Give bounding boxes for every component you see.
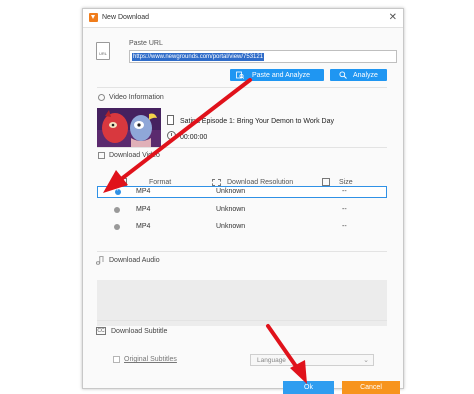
- resolution-cell: Unknown: [216, 188, 246, 195]
- video-thumbnail: [97, 108, 161, 148]
- resolution-icon: [212, 179, 221, 186]
- url-input[interactable]: https://www.newgrounds.com/portal/view/7…: [129, 50, 397, 63]
- analyze-label: Analyze: [353, 71, 378, 79]
- app-logo-icon: [89, 13, 98, 22]
- paste-url-label: Paste URL: [129, 40, 163, 47]
- cancel-button[interactable]: Cancel: [342, 381, 400, 394]
- music-note-icon: [96, 256, 104, 265]
- video-title: Satina Episode 1: Bring Your Demon to Wo…: [180, 118, 334, 125]
- paste-and-analyze-button[interactable]: Paste and Analyze: [230, 69, 324, 81]
- analyze-button[interactable]: Analyze: [330, 69, 387, 81]
- size-cell: --: [342, 206, 347, 213]
- cancel-button-label: Cancel: [360, 384, 382, 391]
- unselected-radio[interactable]: [114, 224, 120, 230]
- selected-radio[interactable]: [115, 187, 121, 195]
- language-select[interactable]: Language ⌄: [250, 354, 374, 366]
- resolution-cell: Unknown: [216, 223, 246, 230]
- ok-button-label: Ok: [304, 384, 313, 391]
- close-icon[interactable]: ✕: [389, 12, 397, 23]
- size-cell: --: [342, 223, 347, 230]
- download-subtitle-label: Download Subtitle: [111, 328, 168, 335]
- resolution-cell: Unknown: [216, 206, 246, 213]
- url-file-icon: URL: [96, 42, 110, 60]
- video-duration: 00:00:00: [180, 134, 208, 141]
- closed-caption-icon: CC: [96, 327, 106, 335]
- format-row[interactable]: MP4 Unknown --: [97, 186, 387, 198]
- format-cell: MP4: [136, 223, 151, 230]
- format-icon: [119, 178, 127, 186]
- divider: [97, 251, 387, 252]
- file-icon: [167, 115, 174, 125]
- search-icon: [339, 71, 347, 79]
- format-cell: MP4: [136, 206, 151, 213]
- original-subtitles-checkbox[interactable]: [113, 356, 120, 363]
- thumbnail-image: [97, 108, 161, 148]
- video-information-label: Video Information: [109, 94, 164, 101]
- paste-and-analyze-label: Paste and Analyze: [252, 71, 310, 79]
- format-column-header: Format: [149, 179, 172, 186]
- format-row[interactable]: MP4 Unknown --: [97, 221, 387, 233]
- title-bar: New Download ✕: [83, 9, 403, 28]
- clipboard-search-icon: [236, 71, 244, 79]
- original-subtitles-label[interactable]: Original Subtitles: [124, 356, 177, 363]
- size-column-header: Size: [339, 179, 353, 186]
- divider: [97, 320, 387, 321]
- format-row[interactable]: MP4 Unknown --: [97, 204, 387, 216]
- resolution-column-header: Download Resolution: [227, 179, 294, 186]
- info-icon: [98, 94, 105, 101]
- ok-button[interactable]: Ok: [283, 381, 334, 394]
- download-video-label: Download Video: [109, 152, 160, 159]
- new-download-dialog: New Download ✕ URL Paste URL https://www…: [82, 8, 404, 394]
- clock-icon: [167, 131, 176, 140]
- size-icon: [322, 178, 330, 186]
- chevron-down-icon: ⌄: [363, 357, 369, 364]
- window-title: New Download: [102, 14, 150, 21]
- download-audio-label: Download Audio: [109, 257, 160, 264]
- size-cell: --: [342, 188, 347, 195]
- divider: [97, 147, 387, 148]
- divider: [97, 87, 387, 88]
- unselected-radio[interactable]: [114, 207, 120, 213]
- url-input-value: https://www.newgrounds.com/portal/view/7…: [132, 53, 265, 61]
- language-placeholder: Language: [257, 357, 286, 364]
- format-cell: MP4: [136, 188, 151, 195]
- video-section-icon: [98, 152, 105, 159]
